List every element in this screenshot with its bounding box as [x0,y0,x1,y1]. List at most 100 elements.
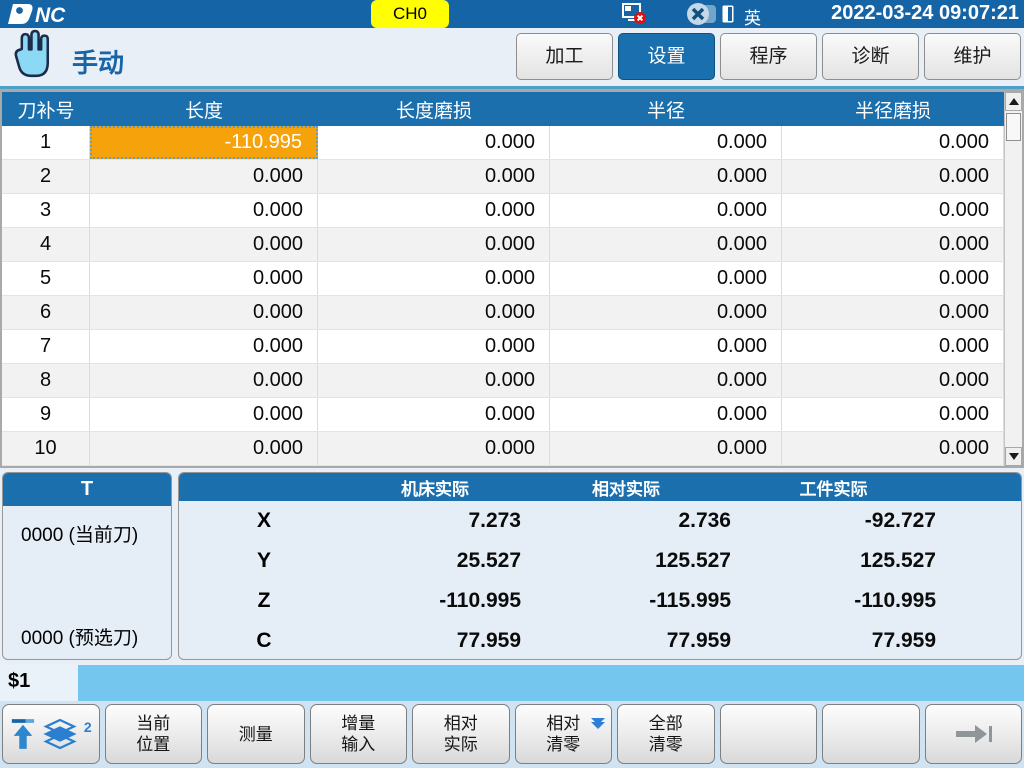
language-indicator[interactable]: 英 [744,4,761,29]
table-scrollbar[interactable] [1004,92,1022,466]
title-bar: 手动 加工设置程序诊断维护 [0,28,1024,86]
offset-row-number[interactable]: 8 [2,364,90,397]
axis-row-X: X7.2732.736-92.727 [179,501,1021,541]
column-header: 刀补号 [2,92,90,126]
offset-value-cell[interactable]: 0.000 [550,126,782,159]
offset-value-cell[interactable]: -110.995 [90,126,318,159]
offset-value-cell[interactable]: 0.000 [550,262,782,295]
softkey-page-toggle[interactable]: 2 [2,704,100,764]
offset-value-cell[interactable]: 0.000 [782,194,1004,227]
softkey-empty[interactable] [822,704,920,764]
offset-value-cell[interactable]: 0.000 [90,296,318,329]
channel-badge[interactable]: CH0 [371,0,449,28]
offset-value-cell[interactable]: 0.000 [550,228,782,261]
offset-value-cell[interactable]: 0.000 [782,262,1004,295]
machine-actual-value: 25.527 [349,541,521,581]
offset-value-cell[interactable]: 0.000 [90,194,318,227]
offset-row-number[interactable]: 4 [2,228,90,261]
offset-value-cell[interactable]: 0.000 [550,330,782,363]
offset-row-number[interactable]: 2 [2,160,90,193]
offset-row-number[interactable]: 1 [2,126,90,159]
offset-value-cell[interactable]: 0.000 [318,160,550,193]
offset-value-cell[interactable]: 0.000 [90,228,318,261]
offset-value-cell[interactable]: 0.000 [550,364,782,397]
axis-label: Z [179,581,349,621]
scroll-up-icon[interactable] [1005,92,1022,111]
scroll-down-icon[interactable] [1005,447,1022,466]
offset-value-cell[interactable]: 0.000 [90,160,318,193]
offset-value-cell[interactable]: 0.000 [782,330,1004,363]
offset-row-number[interactable]: 6 [2,296,90,329]
offset-value-cell[interactable]: 0.000 [782,126,1004,159]
offset-value-cell[interactable]: 0.000 [782,296,1004,329]
offset-value-cell[interactable]: 0.000 [90,364,318,397]
axis-row-Y: Y25.527125.527125.527 [179,541,1021,581]
double-chevron-down-icon [591,718,605,729]
workpiece-actual-value: 125.527 [731,541,936,581]
table-row: 50.0000.0000.0000.000 [2,262,1022,296]
offset-value-cell[interactable]: 0.000 [318,330,550,363]
offset-value-cell[interactable]: 0.000 [90,432,318,465]
offset-value-cell[interactable]: 0.000 [318,398,550,431]
softkey-empty[interactable] [720,704,818,764]
offset-value-cell[interactable]: 0.000 [90,398,318,431]
table-row: 60.0000.0000.0000.000 [2,296,1022,330]
tab-程序[interactable]: 程序 [720,33,817,80]
offset-row-number[interactable]: 3 [2,194,90,227]
softkey-label: 清零 [546,734,580,755]
page-number-badge: 2 [84,717,92,738]
position-panel: 机床实际相对实际工件实际 X7.2732.736-92.727Y25.52712… [178,472,1022,660]
workpiece-actual-value: 77.959 [731,621,936,660]
tab-维护[interactable]: 维护 [924,33,1021,80]
offset-row-number[interactable]: 10 [2,432,90,465]
softkey-label: 当前 [136,713,170,734]
offset-row-number[interactable]: 7 [2,330,90,363]
tab-设置[interactable]: 设置 [618,33,715,80]
tab-加工[interactable]: 加工 [516,33,613,80]
softkey-current-position[interactable]: 当前位置 [105,704,203,764]
offset-value-cell[interactable]: 0.000 [318,262,550,295]
offset-row-number[interactable]: 9 [2,398,90,431]
column-header: 半径磨损 [782,92,1004,126]
offset-value-cell[interactable]: 0.000 [318,364,550,397]
offset-value-cell[interactable]: 0.000 [318,432,550,465]
offset-value-cell[interactable]: 0.000 [782,160,1004,193]
scrollbar-thumb[interactable] [1006,113,1021,141]
softkey-label: 实际 [444,734,478,755]
tab-诊断[interactable]: 诊断 [822,33,919,80]
offset-value-cell[interactable]: 0.000 [550,296,782,329]
offset-value-cell[interactable]: 0.000 [318,296,550,329]
offset-value-cell[interactable]: 0.000 [550,194,782,227]
status-bar: $1 [0,665,1024,701]
status-progress-bar [78,665,1024,701]
softkey-relative-clear[interactable]: 相对清零 [515,704,613,764]
axis-row-Z: Z-110.995-115.995-110.995 [179,581,1021,621]
offset-row-number[interactable]: 5 [2,262,90,295]
axis-label: C [179,621,349,660]
softkey-incremental-input[interactable]: 增量输入 [310,704,408,764]
offset-value-cell[interactable]: 0.000 [782,432,1004,465]
offset-value-cell[interactable]: 0.000 [550,432,782,465]
offset-value-cell[interactable]: 0.000 [90,262,318,295]
offset-value-cell[interactable]: 0.000 [318,194,550,227]
softkey-relative-actual[interactable]: 相对实际 [412,704,510,764]
workpiece-actual-value: -92.727 [731,501,936,541]
offset-value-cell[interactable]: 0.000 [782,228,1004,261]
offset-value-cell[interactable]: 0.000 [550,160,782,193]
softkey-next-page[interactable] [925,704,1023,764]
return-up-icon [10,717,36,751]
column-header: 长度 [90,92,318,126]
softkey-bar: 2 当前位置测量增量输入相对实际相对清零全部清零 [0,701,1024,768]
softkey-measure[interactable]: 测量 [207,704,305,764]
offset-value-cell[interactable]: 0.000 [318,126,550,159]
offset-value-cell[interactable]: 0.000 [550,398,782,431]
table-row: 80.0000.0000.0000.000 [2,364,1022,398]
table-row: 90.0000.0000.0000.000 [2,398,1022,432]
softkey-clear-all[interactable]: 全部清零 [617,704,715,764]
offset-value-cell[interactable]: 0.000 [90,330,318,363]
offset-value-cell[interactable]: 0.000 [782,398,1004,431]
offset-value-cell[interactable]: 0.000 [782,364,1004,397]
relative-actual-value: 77.959 [521,621,731,660]
offset-value-cell[interactable]: 0.000 [318,228,550,261]
machine-actual-value: 7.273 [349,501,521,541]
